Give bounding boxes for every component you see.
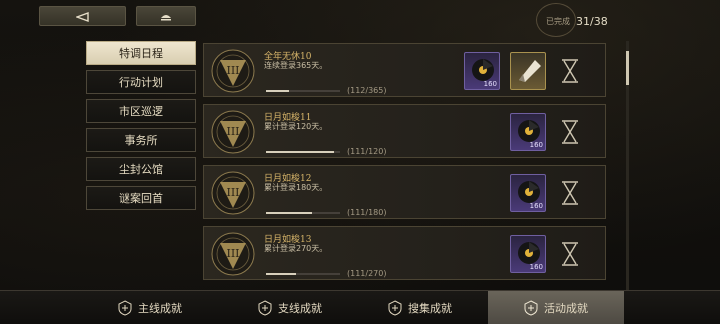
svg-text:III: III	[226, 186, 239, 199]
collection-icon	[388, 300, 402, 316]
sidebar-item-label: 市区巡逻	[119, 105, 163, 118]
tab-label: 支线成就	[278, 302, 322, 315]
achievement-card: III 日月如梭11 累计登录120天。 (111/120) 160	[203, 104, 606, 158]
tab-main-line[interactable]: 主线成就	[80, 291, 220, 324]
sidebar-item-special-schedule[interactable]: 特调日程	[86, 41, 196, 65]
achievement-desc: 连续登录365天。	[264, 61, 328, 70]
home-button[interactable]	[136, 6, 196, 26]
reward-item[interactable]: 160	[464, 52, 500, 90]
achievement-card: III 日月如梭13 累计登录270天。 (111/270) 160	[203, 226, 606, 280]
sidebar-item-action-plan[interactable]: 行动计划	[86, 70, 196, 94]
bottom-nav: 主线成就 支线成就 搜集成就 活动成就	[0, 290, 720, 324]
sidebar-item-dusty-mansion[interactable]: 尘封公馆	[86, 157, 196, 181]
hourglass-icon	[562, 242, 578, 266]
progress-bar	[266, 273, 340, 275]
achievement-emblem-icon: III	[211, 171, 255, 215]
progress-bar	[266, 151, 340, 153]
achievement-emblem-icon: III	[211, 49, 255, 93]
tab-activity[interactable]: 活动成就	[488, 291, 624, 324]
svg-text:III: III	[226, 247, 239, 260]
progress-text: (111/120)	[347, 147, 387, 156]
back-arrow-icon	[74, 7, 90, 26]
reward-item[interactable]: 160	[510, 174, 546, 212]
main-line-icon	[118, 300, 132, 316]
hourglass-icon	[562, 59, 578, 83]
game-screen: 已完成 31/38 特调日程 行动计划 市区巡逻 事务所 尘封公馆 谜案回首 I…	[0, 0, 720, 324]
completion-count: 31/38	[576, 14, 608, 28]
progress-bar	[266, 212, 340, 214]
svg-text:III: III	[226, 125, 239, 138]
achievement-emblem-icon: III	[211, 232, 255, 276]
side-line-icon	[258, 300, 272, 316]
progress-text: (111/270)	[347, 269, 387, 278]
progress-bar	[266, 90, 340, 92]
progress-text: (111/180)	[347, 208, 387, 217]
completion-counter: 已完成 31/38	[536, 3, 628, 37]
folded-card-icon	[519, 60, 541, 82]
reward-item[interactable]: 160	[510, 113, 546, 151]
sidebar-item-case-review[interactable]: 谜案回首	[86, 186, 196, 210]
home-icon	[159, 7, 173, 26]
list-scrollbar[interactable]	[626, 41, 629, 291]
hourglass-icon	[562, 120, 578, 144]
reward-item[interactable]	[510, 52, 546, 90]
sidebar-item-label: 行动计划	[119, 76, 163, 89]
reward-qty: 160	[529, 202, 543, 210]
completion-label: 已完成	[546, 16, 570, 26]
hourglass-icon	[562, 181, 578, 205]
sidebar-item-label: 特调日程	[119, 47, 163, 60]
achievement-emblem-icon: III	[211, 110, 255, 154]
sidebar-item-label: 尘封公馆	[119, 163, 163, 176]
back-button[interactable]	[39, 6, 126, 26]
tab-label: 搜集成就	[408, 302, 452, 315]
sidebar-item-city-patrol[interactable]: 市区巡逻	[86, 99, 196, 123]
achievement-desc: 累计登录270天。	[264, 244, 328, 253]
sidebar-item-label: 谜案回首	[119, 192, 163, 205]
tab-side-line[interactable]: 支线成就	[220, 291, 360, 324]
achievement-desc: 累计登录180天。	[264, 183, 328, 192]
reward-qty: 160	[529, 263, 543, 271]
sidebar-item-office[interactable]: 事务所	[86, 128, 196, 152]
reward-qty: 160	[483, 80, 497, 88]
achievement-card: III 日月如梭12 累计登录180天。 (111/180) 160	[203, 165, 606, 219]
sidebar-item-label: 事务所	[124, 134, 158, 147]
progress-text: (112/365)	[347, 86, 387, 95]
achievement-card: III 全年无休10 连续登录365天。 (112/365) 160	[203, 43, 606, 97]
reward-item[interactable]: 160	[510, 235, 546, 273]
reward-qty: 160	[529, 141, 543, 149]
tab-label: 活动成就	[544, 302, 588, 315]
activity-icon	[524, 300, 538, 316]
achievement-desc: 累计登录120天。	[264, 122, 328, 131]
svg-text:III: III	[226, 64, 239, 77]
tab-collection[interactable]: 搜集成就	[350, 291, 490, 324]
achievement-list[interactable]: III 全年无休10 连续登录365天。 (112/365) 160 III 日…	[203, 41, 606, 291]
scrollbar-thumb[interactable]	[626, 51, 629, 85]
tab-label: 主线成就	[138, 302, 182, 315]
